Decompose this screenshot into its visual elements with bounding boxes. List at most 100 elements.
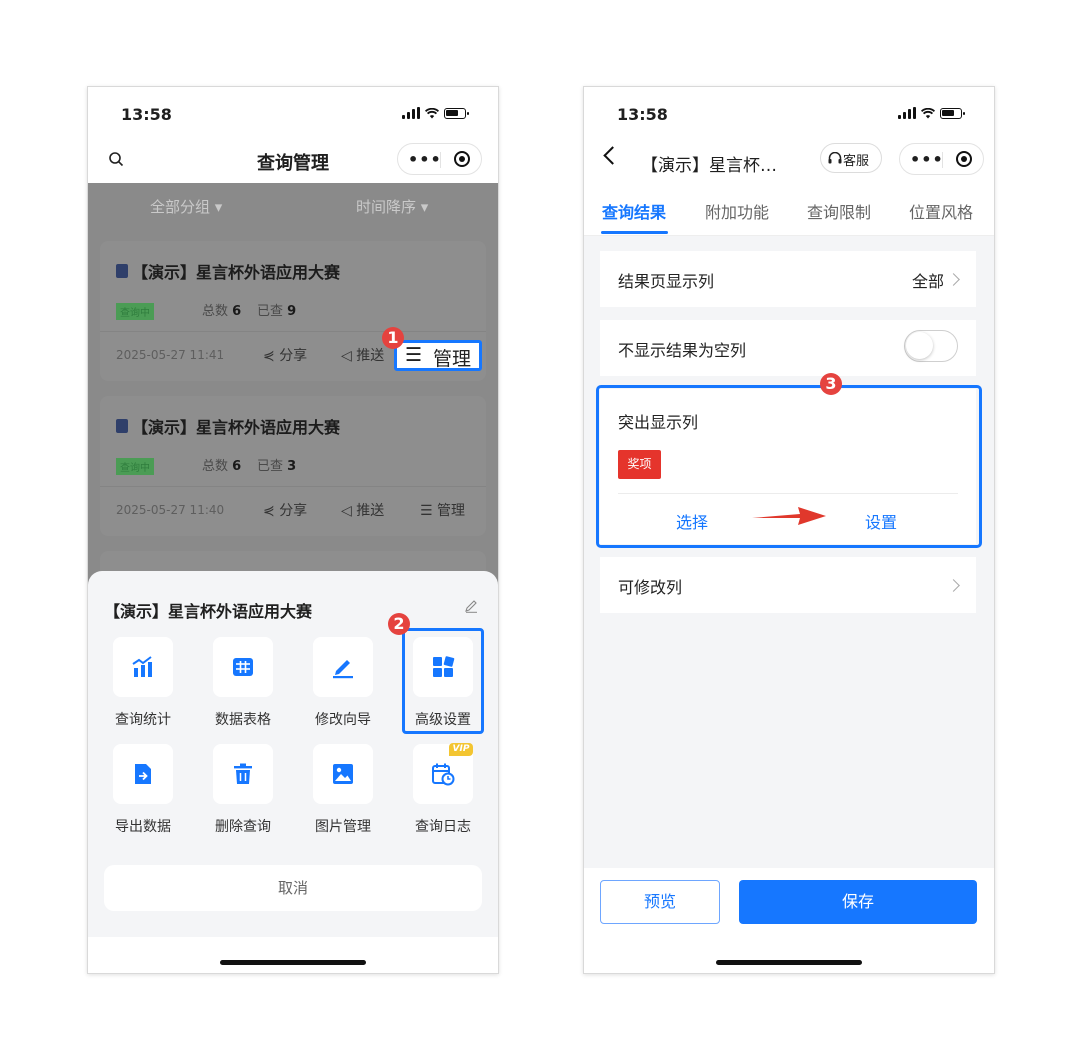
tile-label: 数据表格 [215,712,271,728]
card-title: 【演示】星言杯外语应用大赛 [132,418,341,437]
capsule-divider [440,152,441,168]
editable-columns-row[interactable]: 可修改列 [600,557,976,613]
query-card[interactable]: 【演示】星言杯外语应用大赛 查询中 总数 6 已查 3 2025-05-27 1… [100,396,486,536]
status-bar: 13:58 [88,87,498,143]
result-columns-row[interactable]: 结果页显示列 全部 [600,251,976,307]
chevron-right-icon [947,273,960,286]
row-value: 全部 [911,272,944,291]
edit-wizard-tile[interactable] [313,637,373,697]
chevron-right-icon [947,579,960,592]
sheet-bottom-area [88,937,498,973]
card-date: 2025-05-27 11:41 [116,348,225,362]
hide-empty-columns-row: 不显示结果为空列 [600,320,976,376]
share-button[interactable]: ⋞ 分享 [263,345,307,365]
status-badge: 查询中 [116,303,154,320]
more-icon[interactable]: ••• [408,150,442,169]
table-icon [233,658,253,676]
signal-icon [898,107,916,119]
status-time: 13:58 [121,105,172,124]
customer-service-button[interactable]: 客服 [820,143,882,173]
home-indicator [716,960,862,965]
filter-bar: 全部分组 ▾ 时间降序 ▾ [88,183,498,229]
image-manage-tile[interactable] [313,744,373,804]
export-data-tile[interactable] [113,744,173,804]
sort-filter[interactable]: 时间降序 ▾ [356,196,428,217]
manage-button[interactable]: ☰ 管理 [420,500,465,520]
hide-empty-toggle[interactable] [904,330,958,362]
tab-query-results[interactable]: 查询结果 [602,199,666,223]
push-button[interactable]: ◁ 推送 [341,500,384,520]
group-filter[interactable]: 全部分组 ▾ [150,196,222,217]
export-file-icon [135,764,151,784]
checked-stat: 已查 9 [257,304,297,319]
push-button[interactable]: ◁ 推送 [341,345,384,365]
tile-label: 修改向导 [315,712,371,728]
row-label: 结果页显示列 [618,272,715,291]
home-indicator [220,960,366,965]
vip-badge: VIP [449,743,473,756]
card-date: 2025-05-27 11:40 [116,503,225,517]
capsule-divider [942,152,943,168]
bottom-action-bar: 预览 保存 [584,868,994,973]
tile-label: 查询统计 [115,712,171,728]
row-label: 不显示结果为空列 [618,341,747,360]
step-badge-3: 3 [820,373,842,395]
tab-addons[interactable]: 附加功能 [705,199,769,223]
page-title: 【演示】星言杯… [641,156,777,176]
step-badge-2: 2 [388,613,410,635]
menu-icon: ☰ [405,344,423,366]
edit-icon[interactable] [464,599,478,613]
document-icon [116,264,128,278]
highlight-card-outline [596,385,982,548]
total-stat: 总数 6 [202,304,242,319]
step-badge-1: 1 [382,327,404,349]
stats-chart-icon [132,656,152,677]
cancel-button[interactable]: 取消 [104,865,482,911]
action-sheet: 【演示】星言杯外语应用大赛 查询统计 数据表格 修改向导 高级设置 导出数据 删… [88,571,498,973]
phone-screen-query-management: 13:58 查询管理 ••• 全部分组 ▾ 时间降序 ▾ 【演示】星言杯外语应用… [87,86,499,974]
signal-icon [402,107,420,119]
row-label: 可修改列 [618,578,683,597]
preview-button[interactable]: 预览 [600,880,720,924]
image-icon [333,764,353,784]
tile-label: 删除查询 [215,819,271,835]
card-divider [100,486,486,487]
settings-content: 结果页显示列 全部 不显示结果为空列 突出显示列 奖项 选择 设置 可修改列 [584,236,994,868]
manage-button-highlighted[interactable]: ☰ 管理 [394,340,482,371]
save-button[interactable]: 保存 [739,880,977,924]
wifi-icon [425,107,439,118]
customer-service-label: 客服 [843,154,870,169]
status-badge: 查询中 [116,458,154,475]
manage-label: 管理 [433,348,472,370]
status-time: 13:58 [617,105,668,124]
sheet-title: 【演示】星言杯外语应用大赛 [104,602,313,621]
miniprogram-capsule: ••• [899,143,984,175]
delete-query-tile[interactable] [213,744,273,804]
close-target-icon[interactable] [454,151,470,167]
advanced-settings-highlight [402,628,484,734]
nav-bar: 【演示】星言杯… 客服 ••• [584,143,994,183]
total-stat: 总数 6 [202,459,242,474]
tile-label: 导出数据 [115,819,171,835]
back-arrow-icon[interactable] [603,146,622,165]
trash-icon [234,763,252,784]
calendar-clock-icon [432,763,455,786]
share-button[interactable]: ⋞ 分享 [263,500,307,520]
pencil-icon [333,660,353,679]
tab-position-style[interactable]: 位置风格 [909,199,973,223]
status-bar: 13:58 [584,87,994,143]
status-icons [898,107,965,119]
more-icon[interactable]: ••• [910,150,944,169]
battery-icon [444,107,469,119]
tab-query-limits[interactable]: 查询限制 [807,199,871,223]
document-icon [116,419,128,433]
nav-bar: 查询管理 ••• [88,143,498,183]
tile-label: 图片管理 [315,819,371,835]
settings-tabs: 查询结果 附加功能 查询限制 位置风格 [584,183,994,236]
status-icons [402,107,469,119]
data-table-tile[interactable] [213,637,273,697]
tile-label: 查询日志 [415,819,471,835]
close-target-icon[interactable] [956,151,972,167]
miniprogram-capsule: ••• [397,143,482,175]
query-stats-tile[interactable] [113,637,173,697]
